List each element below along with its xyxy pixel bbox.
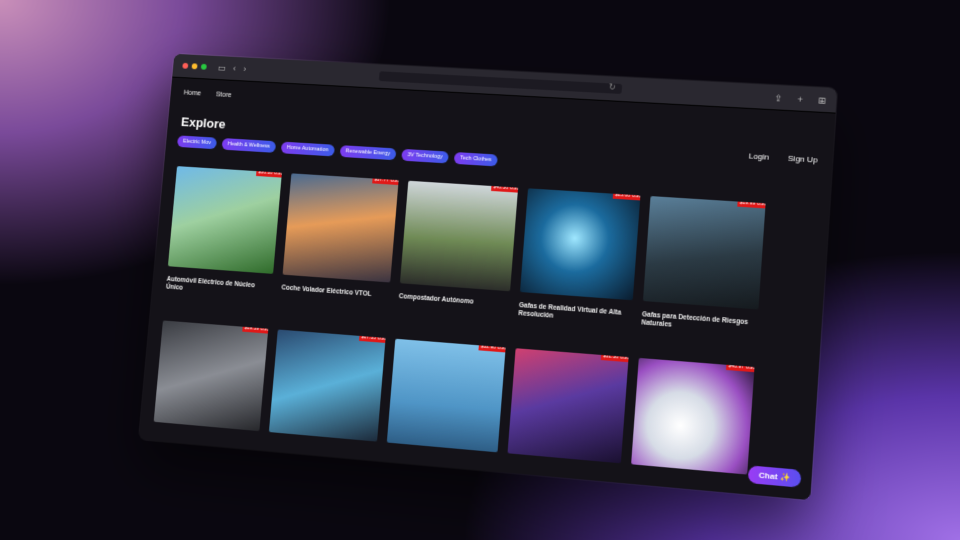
auth-links: Login Sign Up bbox=[732, 150, 818, 164]
back-icon[interactable]: ‹ bbox=[233, 64, 237, 74]
close-window-button[interactable] bbox=[182, 62, 189, 69]
category-chip-tech-clothes[interactable]: Tech Clothes bbox=[453, 152, 498, 167]
price-tag: $40.36 USD bbox=[490, 183, 519, 193]
login-link[interactable]: Login bbox=[748, 151, 769, 161]
product-card[interactable]: $32.98 USD bbox=[386, 338, 506, 453]
product-title[interactable]: Compostador Autónomo bbox=[398, 293, 509, 309]
product-image[interactable]: $40.97 USD bbox=[631, 357, 755, 475]
product-image[interactable]: $37.77 USD bbox=[282, 173, 399, 283]
category-chip-home-automation[interactable]: Home Automation bbox=[280, 141, 335, 157]
category-filters: Electric Mov Health & Wellness Home Auto… bbox=[176, 135, 504, 167]
product-image[interactable]: $19.99 USD bbox=[642, 196, 766, 310]
product-card[interactable]: $31.38 USD bbox=[507, 348, 629, 464]
product-card[interactable]: $36.18 USD Automóvil Eléctrico de Núcleo… bbox=[166, 166, 282, 299]
tab-overview-icon[interactable]: ⊞ bbox=[818, 95, 827, 106]
product-image[interactable]: $31.38 USD bbox=[507, 348, 629, 464]
product-card[interactable]: $40.36 USD Compostador Autónomo bbox=[398, 180, 519, 310]
price-tag: $19.99 USD bbox=[737, 198, 766, 209]
product-image[interactable]: $36.18 USD bbox=[167, 166, 282, 274]
sidebar-icon[interactable]: ▭ bbox=[217, 62, 226, 73]
price-tag: $36.18 USD bbox=[255, 168, 282, 178]
forward-icon[interactable]: › bbox=[243, 64, 247, 74]
product-title[interactable]: Gafas de Realidad Virtual de Alta Resolu… bbox=[518, 302, 632, 327]
product-card[interactable]: $25.00 USD Gafas de Realidad Virtual de … bbox=[518, 188, 641, 327]
top-nav: Home Store bbox=[183, 90, 244, 100]
price-tag: $40.97 USD bbox=[725, 361, 755, 373]
signup-link[interactable]: Sign Up bbox=[788, 154, 818, 165]
product-card[interactable]: $40.97 USD bbox=[631, 357, 755, 475]
product-image[interactable]: $25.00 USD bbox=[519, 188, 641, 301]
product-title[interactable]: Gafas para Detección de Riesgos Naturale… bbox=[641, 311, 758, 336]
new-tab-icon[interactable]: + bbox=[797, 94, 803, 104]
share-icon[interactable]: ⇪ bbox=[774, 93, 783, 104]
price-tag: $25.00 USD bbox=[612, 190, 641, 201]
store-page: Home Store Explore Login Sign Up Electri… bbox=[138, 77, 836, 501]
product-grid: $36.18 USD Automóvil Eléctrico de Núcleo… bbox=[153, 166, 821, 475]
price-tag: $32.98 USD bbox=[478, 342, 506, 353]
product-image[interactable]: $19.59 USD bbox=[153, 320, 269, 432]
nav-home-link[interactable]: Home bbox=[183, 90, 201, 98]
product-image[interactable]: $17.33 USD bbox=[268, 329, 386, 442]
category-chip-3v-technology[interactable]: 3V Technology bbox=[401, 148, 449, 164]
product-title[interactable]: Automóvil Eléctrico de Núcleo Único bbox=[166, 276, 273, 300]
category-chip-health-wellness[interactable]: Health & Wellness bbox=[221, 138, 276, 153]
reload-icon[interactable]: ↻ bbox=[609, 82, 616, 91]
category-chip-electric-mov[interactable]: Electric Mov bbox=[176, 135, 217, 150]
minimize-window-button[interactable] bbox=[191, 63, 198, 70]
product-card[interactable]: $17.33 USD bbox=[268, 329, 386, 442]
product-card[interactable]: $19.59 USD bbox=[153, 320, 269, 432]
page-title: Explore bbox=[180, 114, 227, 132]
maximize-window-button[interactable] bbox=[200, 63, 207, 70]
browser-window: ▭ ‹ › ↻ ⇪ + ⊞ Home Store Explore Login S… bbox=[138, 53, 838, 501]
price-tag: $31.38 USD bbox=[600, 351, 629, 363]
chat-button[interactable]: Chat ✨ bbox=[747, 465, 802, 488]
product-image[interactable]: $32.98 USD bbox=[386, 338, 506, 453]
price-tag: $17.33 USD bbox=[358, 332, 386, 344]
product-card[interactable]: $19.99 USD Gafas para Detección de Riesg… bbox=[641, 196, 766, 336]
category-chip-renewable-energy[interactable]: Renewable Energy bbox=[339, 145, 397, 161]
product-title[interactable]: Coche Volador Eléctrico VTOL bbox=[281, 284, 389, 300]
product-image[interactable]: $40.36 USD bbox=[399, 180, 519, 292]
nav-store-link[interactable]: Store bbox=[216, 91, 232, 99]
price-tag: $19.59 USD bbox=[242, 323, 269, 334]
product-card[interactable]: $37.77 USD Coche Volador Eléctrico VTOL bbox=[281, 173, 399, 300]
price-tag: $37.77 USD bbox=[371, 175, 399, 186]
